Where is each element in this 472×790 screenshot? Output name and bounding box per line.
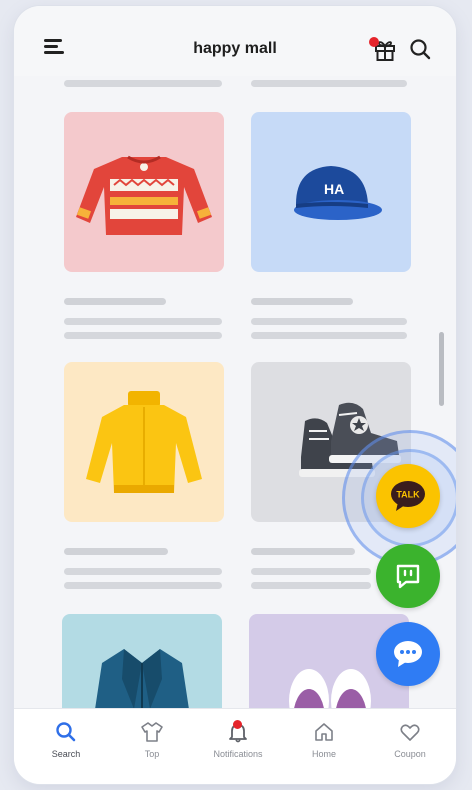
product-image-sweater[interactable] — [64, 112, 224, 272]
talk-label: TALK — [396, 490, 420, 500]
kakao-talk-button[interactable]: TALK — [376, 464, 440, 528]
text-placeholder — [251, 332, 407, 339]
text-placeholder — [251, 568, 371, 575]
search-icon — [56, 722, 76, 742]
message-square-icon — [396, 564, 420, 589]
app-header: happy mall — [14, 6, 456, 76]
shirt-icon — [141, 722, 163, 742]
message-button[interactable] — [376, 544, 440, 608]
tab-search[interactable]: Search — [36, 721, 96, 759]
tab-label: Top — [144, 749, 160, 759]
text-placeholder — [64, 332, 222, 339]
cap-logo-text: HA — [324, 181, 344, 197]
chat-bubble-icon: TALK — [391, 481, 425, 511]
product-image-turtleneck[interactable] — [64, 362, 224, 522]
chat-button[interactable] — [376, 622, 440, 686]
text-placeholder — [251, 298, 353, 305]
text-placeholder — [251, 582, 371, 589]
tab-home[interactable]: Home — [294, 721, 354, 759]
text-placeholder — [251, 318, 407, 325]
tab-label: Search — [51, 749, 81, 759]
phone-frame: happy mall HA TALK Search Top Notificati… — [14, 6, 456, 784]
cap-icon: HA — [294, 166, 382, 220]
text-placeholder — [251, 548, 355, 555]
sweater-icon — [76, 155, 212, 235]
turtleneck-icon — [86, 391, 202, 493]
text-placeholder — [64, 582, 222, 589]
heart-icon — [400, 724, 420, 741]
tab-label: Notifications — [213, 749, 263, 759]
search-icon[interactable] — [409, 38, 431, 60]
gift-icon[interactable] — [369, 37, 397, 61]
tab-coupon[interactable]: Coupon — [380, 721, 440, 759]
chat-dots-icon — [394, 641, 422, 667]
tab-top[interactable]: Top — [122, 721, 182, 759]
bottom-tab-bar: Search Top Notifications Home Coupon — [14, 708, 456, 784]
text-placeholder — [251, 80, 407, 87]
home-icon — [315, 723, 333, 741]
text-placeholder — [64, 298, 166, 305]
tab-notifications[interactable]: Notifications — [208, 720, 268, 759]
gift-badge — [369, 37, 379, 47]
text-placeholder — [64, 568, 222, 575]
scrollbar[interactable] — [439, 332, 444, 406]
product-image-cap[interactable]: HA — [251, 112, 411, 272]
text-placeholder — [64, 80, 222, 87]
text-placeholder — [64, 318, 222, 325]
notification-badge — [233, 720, 242, 729]
text-placeholder — [64, 548, 168, 555]
tab-label: Coupon — [394, 749, 426, 759]
tab-label: Home — [311, 749, 336, 759]
